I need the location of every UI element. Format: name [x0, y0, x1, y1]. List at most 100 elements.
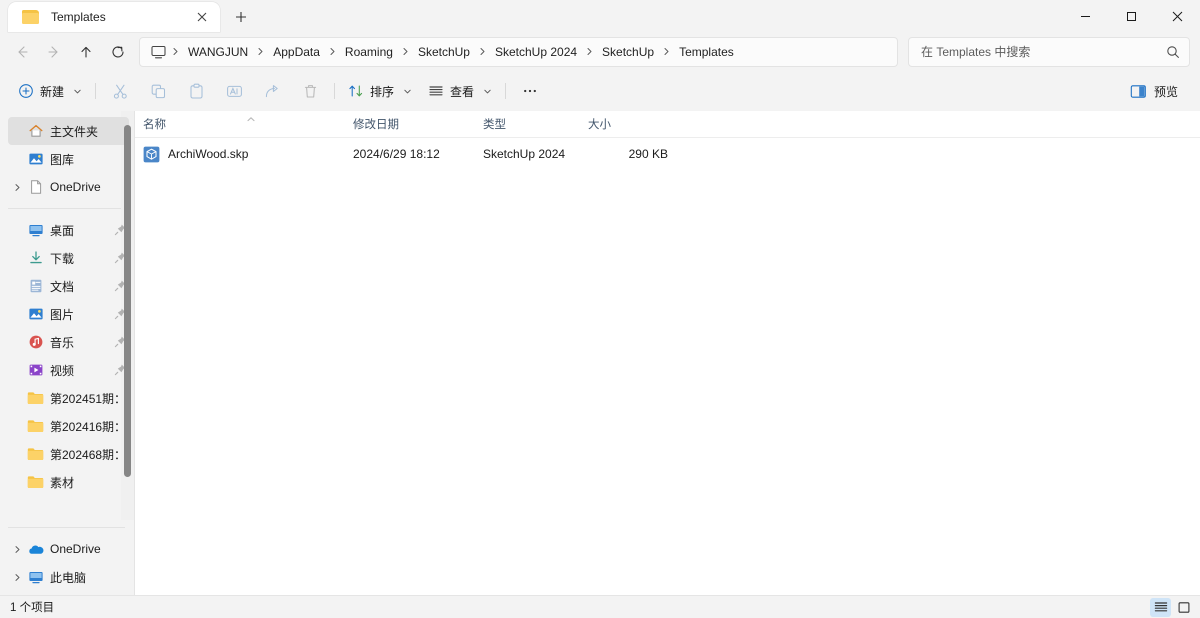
large-icons-view-button[interactable]: [1173, 598, 1194, 617]
sidebar-item-home[interactable]: 主文件夹: [8, 117, 129, 145]
close-window-button[interactable]: [1154, 0, 1200, 32]
sidebar-item-label: 视频: [50, 363, 75, 378]
more-options-button[interactable]: [511, 76, 549, 106]
command-bar: 新建 排序 查看 预览: [0, 71, 1200, 111]
close-icon[interactable]: [190, 5, 214, 29]
breadcrumb-item-sketchup[interactable]: SketchUp: [411, 42, 477, 62]
cut-button[interactable]: [101, 76, 139, 106]
folder-icon: [26, 472, 45, 492]
sidebar-item-folder-202451[interactable]: 第202451期：玥: [8, 384, 129, 412]
tab-strip: Templates: [0, 0, 256, 32]
column-header-date[interactable]: 修改日期: [345, 116, 475, 132]
chevron-right-icon[interactable]: [8, 563, 26, 591]
up-arrow-icon[interactable]: [70, 36, 102, 68]
search-input[interactable]: 在 Templates 中搜索: [908, 36, 1190, 67]
column-header-type[interactable]: 类型: [475, 116, 580, 132]
table-row[interactable]: ArchiWood.skp 2024/6/29 18:12 SketchUp 2…: [135, 140, 1200, 168]
onedrive-file-icon: [26, 177, 45, 197]
folder-icon: [22, 9, 40, 25]
file-rows: ArchiWood.skp 2024/6/29 18:12 SketchUp 2…: [135, 138, 1200, 595]
sidebar-item-music[interactable]: 音乐: [8, 328, 129, 356]
breadcrumb[interactable]: WANGJUN AppData Roaming SketchUp SketchU…: [139, 36, 898, 67]
chevron-down-icon[interactable]: [73, 87, 82, 96]
maximize-button[interactable]: [1108, 0, 1154, 32]
chevron-down-icon[interactable]: [403, 87, 412, 96]
new-button[interactable]: 新建: [12, 77, 90, 105]
sidebar-item-desktop[interactable]: 桌面: [8, 216, 129, 244]
sidebar-item-folder-202468[interactable]: 第202468期：攸: [8, 440, 129, 468]
chevron-right-icon: [327, 47, 338, 56]
share-button[interactable]: [253, 76, 291, 106]
sidebar-item-label: 第202468期：攸: [50, 447, 129, 462]
sidebar-divider: [8, 527, 125, 528]
expander-placeholder: [8, 468, 26, 496]
column-header-name[interactable]: 名称: [135, 116, 345, 132]
folder-icon: [26, 416, 45, 436]
sort-button-label: 排序: [370, 84, 395, 99]
sidebar-item-this-pc[interactable]: 此电脑: [8, 563, 129, 591]
search-placeholder: 在 Templates 中搜索: [921, 45, 1031, 59]
file-name-text: ArchiWood.skp: [168, 147, 249, 161]
breadcrumb-item-roaming[interactable]: Roaming: [338, 42, 400, 62]
view-button-label: 查看: [450, 84, 475, 99]
paste-button[interactable]: [177, 76, 215, 106]
view-toggle-group: [1150, 597, 1194, 617]
sidebar-item-documents[interactable]: 文档: [8, 272, 129, 300]
sort-button[interactable]: 排序: [340, 77, 420, 105]
sidebar-item-onedrive-file[interactable]: OneDrive: [8, 173, 129, 201]
copy-button[interactable]: [139, 76, 177, 106]
tab-title: Templates: [51, 10, 106, 24]
chevron-right-icon[interactable]: [8, 535, 26, 563]
status-bar: 1 个项目: [0, 595, 1200, 618]
sidebar-item-label: 此电脑: [50, 570, 87, 585]
chevron-right-icon: [255, 47, 266, 56]
sidebar-item-pictures[interactable]: 图片: [8, 300, 129, 328]
refresh-icon[interactable]: [102, 36, 134, 68]
chevron-down-icon[interactable]: [483, 87, 492, 96]
breadcrumb-item-templates[interactable]: Templates: [672, 42, 741, 62]
sidebar-bottom-section: OneDrive 此电脑: [0, 520, 135, 595]
sidebar-item-gallery[interactable]: 图库: [8, 145, 129, 173]
chevron-right-icon[interactable]: [8, 173, 26, 201]
breadcrumb-item-wangjun[interactable]: WANGJUN: [181, 42, 255, 62]
sidebar-item-label: 素材: [50, 475, 75, 490]
breadcrumb-item-appdata[interactable]: AppData: [266, 42, 327, 62]
details-view-button[interactable]: [1150, 597, 1171, 617]
new-tab-button[interactable]: [226, 2, 256, 32]
folder-icon: [26, 388, 45, 408]
breadcrumb-item-sketchup-inner[interactable]: SketchUp: [595, 42, 661, 62]
sidebar-item-label: 图库: [50, 152, 75, 167]
breadcrumb-item-sketchup-2024[interactable]: SketchUp 2024: [488, 42, 584, 62]
chevron-right-icon: [400, 47, 411, 56]
sidebar-item-folder-202416[interactable]: 第202416期：Sl: [8, 412, 129, 440]
chevron-right-icon: [170, 47, 181, 56]
preview-button[interactable]: 预览: [1120, 77, 1188, 105]
file-name-cell[interactable]: ArchiWood.skp: [135, 146, 345, 163]
window-controls: [1062, 0, 1200, 32]
sidebar-scrollbar-thumb[interactable]: [124, 125, 131, 477]
column-header-size[interactable]: 大小: [580, 116, 680, 132]
sidebar-item-label: OneDrive: [50, 542, 101, 556]
sidebar-item-label: 第202416期：Sl: [50, 419, 129, 434]
desktop-icon: [26, 220, 45, 240]
sidebar-item-folder-sucai[interactable]: 素材: [8, 468, 129, 496]
minimize-button[interactable]: [1062, 0, 1108, 32]
back-arrow-icon[interactable]: [6, 36, 38, 68]
forward-arrow-icon[interactable]: [38, 36, 70, 68]
expander-placeholder: [8, 145, 26, 173]
file-list-pane: 名称 修改日期 类型 大小 ArchiWood.skp 2024/6/29 18…: [135, 111, 1200, 595]
view-button[interactable]: 查看: [420, 77, 500, 105]
sidebar-item-label: 主文件夹: [50, 124, 99, 139]
sidebar-item-onedrive[interactable]: OneDrive: [8, 535, 129, 563]
navigation-pane: 主文件夹 图库 OneDrive 桌面 下载 文档 图片 音乐 视频 第2024…: [0, 111, 135, 595]
sidebar-item-downloads[interactable]: 下载: [8, 244, 129, 272]
documents-icon: [26, 276, 45, 296]
delete-button[interactable]: [291, 76, 329, 106]
sidebar-item-videos[interactable]: 视频: [8, 356, 129, 384]
rename-button[interactable]: [215, 76, 253, 106]
videos-icon: [26, 360, 45, 380]
search-icon[interactable]: [1163, 42, 1183, 62]
tab-templates[interactable]: Templates: [8, 2, 220, 32]
sidebar-item-label: 音乐: [50, 335, 75, 350]
sort-ascending-icon: [245, 110, 259, 122]
